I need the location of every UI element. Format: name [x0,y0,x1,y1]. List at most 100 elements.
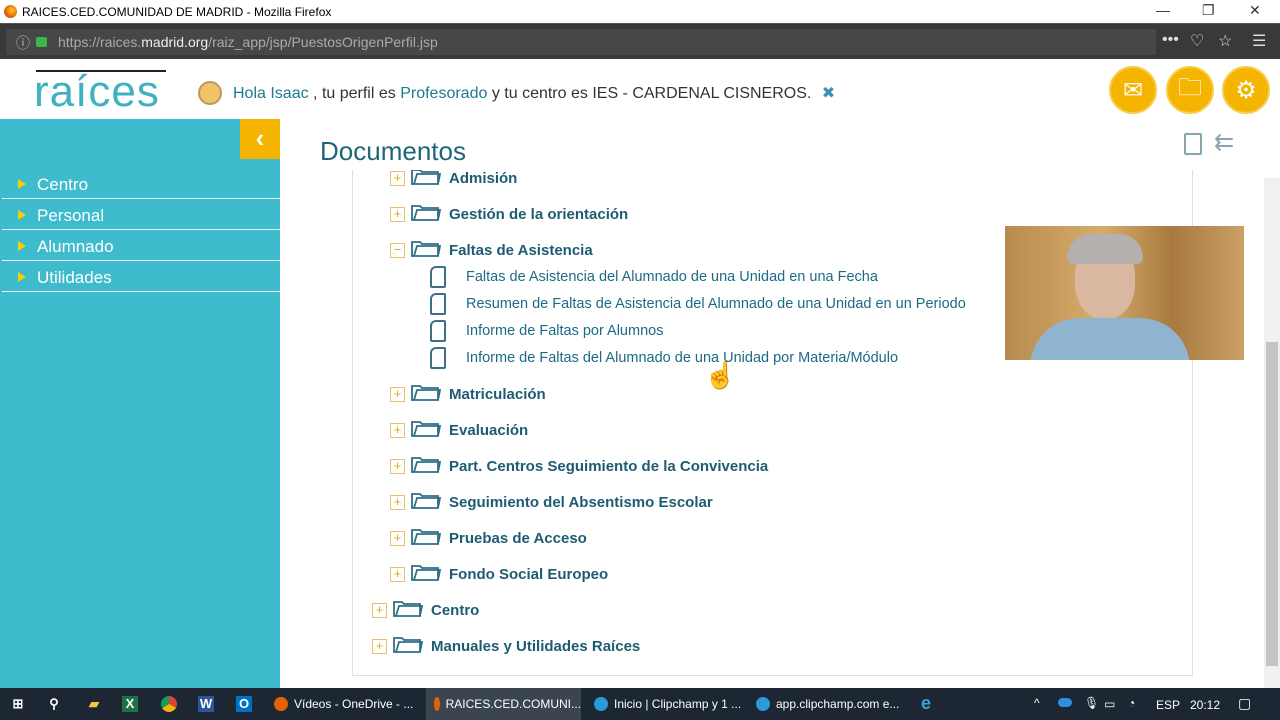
back-icon[interactable]: ⇇ [1214,128,1234,157]
sidebar-item-utilidades[interactable]: Utilidades [2,262,280,292]
taskbar-label: RAICES.CED.COMUNI... [445,697,581,711]
folder-label[interactable]: Manuales y Utilidades Raíces [431,638,640,655]
file-explorer-icon[interactable]: ▰ [86,696,102,712]
tree-document-link[interactable]: Informe de Faltas por Alumnos [430,320,663,342]
expand-icon[interactable]: + [390,494,405,510]
expand-icon[interactable]: + [372,602,387,618]
restore-button[interactable]: ❐ [1202,2,1215,19]
collapse-icon[interactable]: − [390,242,405,258]
folder-label[interactable]: Gestión de la orientación [449,206,628,223]
expand-icon[interactable]: + [390,458,405,474]
tree-document-link[interactable]: Resumen de Faltas de Asistencia del Alum… [430,293,966,315]
word-icon[interactable]: W [198,696,214,712]
expand-icon[interactable]: + [390,206,405,222]
taskbar-item-raices[interactable]: RAICES.CED.COMUNI... [426,688,581,720]
pocket-icon[interactable]: ♡ [1190,31,1204,51]
sidebar-item-label: Personal [37,206,105,225]
document-icon [430,320,446,342]
documents-button[interactable]: 🗀 [1166,66,1214,114]
tree-document-link[interactable]: Faltas de Asistencia del Alumnado de una… [430,266,878,288]
search-icon[interactable]: ⚲ [46,696,62,712]
expand-icon[interactable]: + [390,422,405,438]
tree-folder[interactable]: + Manuales y Utilidades Raíces [372,636,640,656]
profile-link[interactable]: Profesorado [400,85,487,102]
close-window-button[interactable]: ✕ [1249,2,1261,19]
folder-icon [393,635,431,657]
settings-button[interactable]: ⚙ [1222,66,1270,114]
folder-icon [411,239,449,261]
center-text: y tu centro es IES - CARDENAL CISNEROS. [491,85,812,102]
tree-folder[interactable]: + Pruebas de Acceso [390,528,587,548]
excel-icon[interactable]: X [122,696,138,712]
tree-document-link[interactable]: Informe de Faltas del Alumnado de una Un… [430,347,898,369]
sidebar-item-label: Alumnado [37,237,114,256]
minimize-button[interactable]: — [1156,2,1170,18]
folder-label[interactable]: Part. Centros Seguimiento de la Conviven… [449,458,768,475]
ie-icon[interactable]: e [918,693,934,713]
sidebar-item-alumnado[interactable]: Alumnado [2,231,280,261]
copy-icon[interactable] [1184,133,1202,155]
tree-folder[interactable]: + Centro [372,600,479,620]
triangle-icon [18,179,26,189]
url-bar[interactable]: ⓘ https://raices.madrid.org/raiz_app/jsp… [6,29,1156,55]
document-label[interactable]: Faltas de Asistencia del Alumnado de una… [466,269,878,285]
language-indicator[interactable]: ESP [1156,698,1180,712]
mail-button[interactable]: ✉ [1109,66,1157,114]
tree-folder[interactable]: + Fondo Social Europeo [390,564,608,584]
folder-label[interactable]: Admisión [449,170,517,187]
expand-icon[interactable]: + [390,386,405,402]
menu-icon[interactable]: ☰ [1252,31,1266,51]
tree-folder[interactable]: + Seguimiento del Absentismo Escolar [390,492,713,512]
more-icon[interactable]: ••• [1162,31,1179,49]
document-label[interactable]: Informe de Faltas del Alumnado de una Un… [466,350,898,366]
folder-label[interactable]: Fondo Social Europeo [449,566,608,583]
tray-chevron-icon[interactable]: ^ [1034,696,1040,710]
folder-label[interactable]: Pruebas de Acceso [449,530,587,547]
url-path: /raiz_app/jsp/PuestosOrigenPerfil.jsp [208,34,438,50]
taskbar-item-clipchamp-app[interactable]: app.clipchamp.com e... [748,688,903,720]
expand-icon[interactable]: + [390,566,405,582]
tree-folder[interactable]: + Gestión de la orientación [390,204,628,224]
wifi-icon[interactable]: ◔ [1128,696,1135,710]
battery-icon[interactable]: ▭ [1104,697,1115,711]
clock[interactable]: 20:12 [1190,698,1220,712]
collapse-sidebar-button[interactable]: ‹ [240,119,280,159]
tree-folder[interactable]: − Faltas de Asistencia [390,240,593,260]
logout-icon[interactable]: ✖ [822,85,835,102]
microphone-icon[interactable]: 🎙 [1084,696,1099,710]
browser-navbar: ⓘ https://raices.madrid.org/raiz_app/jsp… [0,23,1280,59]
chrome-icon[interactable] [161,696,177,712]
user-avatar-icon [198,81,222,105]
expand-icon[interactable]: + [390,170,405,186]
taskbar-item-clipchamp[interactable]: Inicio | Clipchamp y 1 ... [586,688,746,720]
taskbar-item-onedrive[interactable]: Vídeos - OneDrive - ... [266,688,421,720]
folder-label[interactable]: Faltas de Asistencia [449,242,593,259]
folder-label[interactable]: Evaluación [449,422,528,439]
notifications-icon[interactable]: ▢ [1238,695,1251,712]
document-label[interactable]: Informe de Faltas por Alumnos [466,323,663,339]
document-icon [430,266,446,288]
bookmark-star-icon[interactable]: ☆ [1218,31,1232,51]
document-label[interactable]: Resumen de Faltas de Asistencia del Alum… [466,296,966,312]
tree-folder[interactable]: + Matriculación [390,384,546,404]
folder-label[interactable]: Centro [431,602,479,619]
info-icon[interactable]: ⓘ [16,33,30,53]
expand-icon[interactable]: + [372,638,387,654]
folder-label[interactable]: Seguimiento del Absentismo Escolar [449,494,713,511]
folder-label[interactable]: Matriculación [449,386,546,403]
sidebar-item-centro[interactable]: Centro [2,169,280,199]
sidebar-item-label: Centro [37,175,89,194]
expand-icon[interactable]: + [390,530,405,546]
taskbar: ⊞ ⚲ ▰ X W O Vídeos - OneDrive - ... RAIC… [0,688,1280,720]
tree-folder[interactable]: + Part. Centros Seguimiento de la Convive… [390,456,768,476]
triangle-icon [18,210,26,220]
sidebar-item-personal[interactable]: Personal [2,200,280,230]
tree-folder[interactable]: + Evaluación [390,420,528,440]
windows-start-icon[interactable]: ⊞ [10,696,26,712]
raices-logo[interactable]: raíces [34,70,160,114]
tree-folder[interactable]: + Admisión [390,170,517,188]
onedrive-icon[interactable] [1058,698,1072,707]
greeting: Hola Isaac , tu perfil es Profesorado y … [233,83,835,103]
outlook-icon[interactable]: O [236,696,252,712]
scrollbar-thumb[interactable] [1266,342,1278,666]
